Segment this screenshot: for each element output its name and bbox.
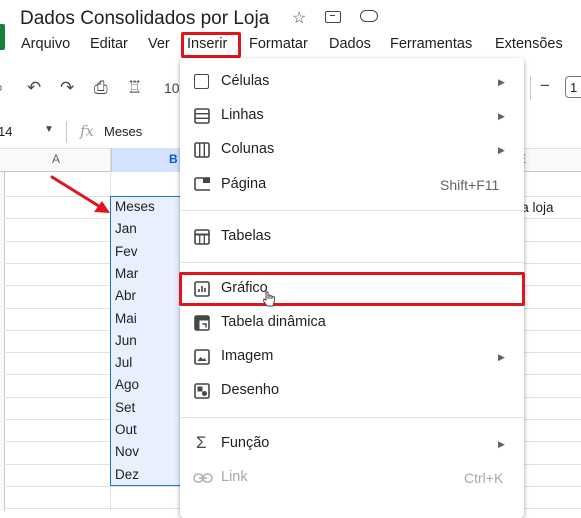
cell-b-value[interactable]: Jun [115, 333, 137, 348]
menu-item-tabelas[interactable]: Tabelas [221, 228, 271, 244]
cell-b-value[interactable]: Jul [115, 355, 132, 370]
cell-b-value[interactable]: Fev [115, 244, 138, 259]
row-header-strip [0, 172, 5, 511]
menu-item-tabela-dinamica[interactable]: Tabela dinâmica [221, 314, 326, 330]
table-icon [194, 229, 210, 245]
menu-item-link: Link [221, 469, 248, 485]
menu-separator [180, 262, 524, 263]
submenu-arrow-icon: ▶ [498, 352, 505, 362]
submenu-arrow-icon: ▶ [498, 77, 505, 87]
submenu-arrow-icon: ▶ [498, 145, 505, 155]
paint-format-icon[interactable]: ♖ [127, 78, 142, 98]
name-box-dropdown-icon[interactable]: ▼ [44, 124, 54, 135]
cell-b-value[interactable]: Mai [115, 311, 137, 326]
annotation-arrow-icon [50, 175, 110, 213]
star-icon[interactable]: ☆ [292, 8, 306, 28]
rows-icon [194, 108, 210, 124]
shortcut-shift-f11: Shift+F11 [440, 177, 500, 193]
name-box[interactable]: 14 [0, 124, 12, 139]
submenu-arrow-icon: ▶ [498, 111, 505, 121]
grafico-highlight [179, 272, 525, 306]
search-menus-icon[interactable]: ⌕ [0, 78, 4, 98]
redo-icon[interactable]: ↷ [60, 78, 74, 98]
cell-b-value[interactable]: Out [115, 422, 137, 437]
document-title[interactable]: Dados Consolidados por Loja [20, 8, 269, 30]
cells-icon [194, 74, 209, 89]
menu-item-linhas[interactable]: Linhas [221, 107, 264, 123]
image-icon [194, 349, 210, 365]
link-icon [193, 473, 213, 483]
move-to-folder-icon[interactable] [325, 11, 341, 23]
cell-b-value[interactable]: Mar [115, 266, 138, 281]
sigma-icon: Σ [196, 433, 207, 452]
fx-icon: fx [80, 122, 95, 140]
menu-item-desenho[interactable]: Desenho [221, 382, 279, 398]
formula-bar-divider [66, 121, 67, 143]
undo-icon[interactable]: ↶ [27, 78, 41, 98]
cell-b-value[interactable]: Dez [115, 467, 139, 482]
cell-b-value[interactable]: Set [115, 400, 135, 415]
toolbar-divider [530, 76, 531, 100]
column-b-label: B [169, 152, 178, 166]
font-size-input[interactable]: 1 [565, 76, 581, 98]
cell-b-value[interactable]: Jan [115, 221, 137, 236]
menu-item-colunas[interactable]: Colunas [221, 141, 274, 157]
menu-formatar[interactable]: Formatar [249, 36, 308, 52]
menu-separator [180, 417, 524, 418]
drawing-icon [194, 383, 210, 399]
sheets-logo-icon[interactable] [0, 24, 5, 50]
menu-editar[interactable]: Editar [90, 36, 128, 52]
cell-b-value[interactable]: Nov [115, 444, 139, 459]
print-icon[interactable]: ⎙ [94, 78, 108, 98]
menu-extensoes[interactable]: Extensões [495, 36, 563, 52]
page-icon [194, 177, 210, 191]
hand-cursor-icon [262, 291, 275, 307]
cell-b-value[interactable]: Abr [115, 288, 136, 303]
menu-arquivo[interactable]: Arquivo [21, 36, 70, 52]
decrease-font-size-icon[interactable]: − [540, 76, 550, 96]
menu-dados[interactable]: Dados [329, 36, 371, 52]
cell-b-value[interactable]: Ago [115, 377, 139, 392]
columns-icon [194, 142, 210, 158]
cell-b-value[interactable]: Meses [115, 199, 155, 214]
submenu-arrow-icon: ▶ [498, 439, 505, 449]
pivot-table-icon [194, 315, 210, 331]
menu-ferramentas[interactable]: Ferramentas [390, 36, 472, 52]
menu-item-funcao[interactable]: Função [221, 435, 269, 451]
column-a-label: A [52, 152, 61, 166]
menu-item-imagem[interactable]: Imagem [221, 348, 273, 364]
cloud-status-icon[interactable] [360, 10, 378, 22]
menu-item-celulas[interactable]: Células [221, 73, 269, 89]
shortcut-ctrl-k: Ctrl+K [464, 470, 504, 486]
menu-ver[interactable]: Ver [148, 36, 170, 52]
zoom-select[interactable]: 10 [164, 80, 180, 96]
menu-inserir-highlight [181, 32, 241, 58]
formula-input[interactable]: Meses [104, 124, 142, 139]
menu-separator [180, 210, 524, 211]
menu-item-pagina[interactable]: Página [221, 176, 266, 192]
